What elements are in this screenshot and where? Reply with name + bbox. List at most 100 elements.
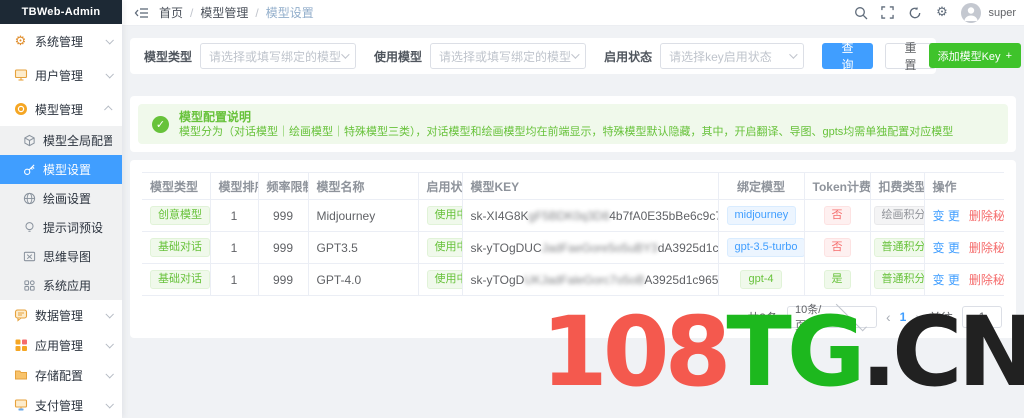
chevron-down-icon <box>105 36 114 45</box>
apps-icon <box>13 338 28 353</box>
table-row: 基础对话 1 999 GPT-4.0 使用中 sk-yTOgDUKJadFale… <box>142 263 1004 296</box>
sidebar-item-app-management[interactable]: 应用管理 <box>0 330 122 360</box>
model-type-badge: 基础对话 <box>150 237 209 258</box>
sidebar-item-system-management[interactable]: ⚙ 系统管理 <box>0 24 122 58</box>
next-page-button[interactable]: › <box>915 309 920 325</box>
delete-key-link[interactable]: 删除秘钥 <box>969 209 1004 223</box>
app-logo: TBWeb-Admin <box>0 0 122 24</box>
fullscreen-icon[interactable] <box>880 5 895 20</box>
sidebar-item-label: 存储配置 <box>35 368 84 383</box>
chevron-down-icon <box>341 50 350 59</box>
model-config-alert: ✓ 模型配置说明 模型分为（对话模型｜绘画模型｜特殊模型三类），对话模型和绘画模… <box>138 104 1008 144</box>
add-model-key-button[interactable]: 添加模型Key + <box>928 43 1021 68</box>
sidebar-fold-icon[interactable] <box>133 6 149 20</box>
col-model-name: 模型名称 <box>308 172 419 200</box>
breadcrumb: 首页 / 模型管理 / 模型设置 <box>159 4 314 21</box>
fee-type-badge[interactable]: 绘画积分 <box>873 205 923 226</box>
model-key-table: 模型类型 模型排序 频率限制 模型名称 启用状态 模型KEY 绑定模型 Toke… <box>142 172 1004 296</box>
pagination-total: 共3条 <box>747 310 778 325</box>
table-card: 模型类型 模型排序 频率限制 模型名称 启用状态 模型KEY 绑定模型 Toke… <box>130 160 1016 338</box>
select-placeholder: 请选择或填写绑定的模型 <box>439 49 572 64</box>
table-row: 基础对话 1 999 GPT3.5 使用中 sk-yTOgDUCJadFaeGo… <box>142 231 1004 264</box>
sidebar-item-mind-map[interactable]: 思维导图 <box>0 242 122 271</box>
model-icon <box>13 102 28 117</box>
user-monitor-icon <box>13 68 28 83</box>
refresh-icon[interactable] <box>907 5 922 20</box>
sidebar-item-payment-management[interactable]: 支付管理 <box>0 390 122 418</box>
model-sort-value: 1 <box>210 263 259 296</box>
token-billing-badge[interactable]: 否 <box>823 237 851 258</box>
chevron-down-icon <box>571 50 580 59</box>
select-placeholder: 请选择或填写绑定的模型 <box>209 49 342 64</box>
col-model-sort: 模型排序 <box>210 172 259 200</box>
prev-page-button[interactable]: ‹ <box>886 309 891 325</box>
sidebar-item-label: 支付管理 <box>35 398 84 413</box>
model-sort-value: 1 <box>210 199 259 232</box>
current-page[interactable]: 1 <box>900 310 907 324</box>
breadcrumb-home[interactable]: 首页 <box>159 4 183 21</box>
sidebar-item-prompt-presets[interactable]: 提示词预设 <box>0 213 122 242</box>
goto-page-input[interactable] <box>962 306 1002 328</box>
status-badge[interactable]: 使用中 <box>426 205 461 226</box>
col-token-billing: Token计费 <box>804 172 871 200</box>
token-billing-badge[interactable]: 否 <box>823 205 851 226</box>
sidebar-item-label: 系统应用 <box>43 279 92 293</box>
fee-type-badge[interactable]: 普通积分 <box>873 237 923 258</box>
breadcrumb-separator: / <box>190 5 194 20</box>
chevron-down-icon <box>105 370 114 379</box>
sidebar-item-storage-config[interactable]: 存储配置 <box>0 360 122 390</box>
sidebar-item-drawing-settings[interactable]: 绘画设置 <box>0 184 122 213</box>
settings-gear-icon[interactable]: ⚙ <box>934 5 949 20</box>
screen: TBWeb-Admin ⚙ 系统管理 用户管理 模型管理 模型全局配置 模型设置… <box>0 0 1024 418</box>
fee-type-badge[interactable]: 普通积分 <box>873 269 923 290</box>
chevron-down-icon <box>789 50 798 59</box>
chevron-down-icon <box>105 310 114 319</box>
model-key: sk-yTOgDUKJadFaleGorc7o5oBA3925d1c965c <box>462 263 719 296</box>
sidebar-item-system-apps[interactable]: 系统应用 <box>0 271 122 300</box>
change-link[interactable]: 变 更 <box>933 241 960 255</box>
model-key: sk-yTOgDUCJadFaeGore5o5uBY3dA3925d1c965c <box>462 231 719 264</box>
sidebar-item-label: 用户管理 <box>35 68 84 83</box>
sidebar-item-label: 绘画设置 <box>43 192 92 206</box>
sidebar-bottom-items: 数据管理 应用管理 存储配置 支付管理 <box>0 300 122 418</box>
sidebar-item-user-management[interactable]: 用户管理 <box>0 58 122 92</box>
bound-model-badge: gpt-3.5-turbo <box>726 237 803 258</box>
model-type-select[interactable]: 请选择或填写绑定的模型 <box>200 43 357 69</box>
status-badge[interactable]: 使用中 <box>426 269 461 290</box>
sidebar-item-model-settings[interactable]: 模型设置 <box>0 155 122 184</box>
col-fee-type: 扣费类型 <box>870 172 925 200</box>
chevron-down-icon <box>105 70 114 79</box>
main-content: 模型类型 请选择或填写绑定的模型 使用模型 请选择或填写绑定的模型 启用状态 请… <box>122 26 1024 418</box>
sidebar-item-label: 系统管理 <box>35 34 84 49</box>
sidebar-item-model-management[interactable]: 模型管理 <box>0 92 122 126</box>
delete-key-link[interactable]: 删除秘钥 <box>969 241 1004 255</box>
status-badge[interactable]: 使用中 <box>426 237 461 258</box>
breadcrumb-separator: / <box>255 5 259 20</box>
enable-status-select[interactable]: 请选择key启用状态 <box>660 43 805 69</box>
delete-key-link[interactable]: 删除秘钥 <box>969 273 1004 287</box>
col-bound-model: 绑定模型 <box>718 172 805 200</box>
change-link[interactable]: 变 更 <box>933 209 960 223</box>
sidebar-item-model-global-config[interactable]: 模型全局配置 <box>0 126 122 155</box>
token-billing-badge[interactable]: 是 <box>823 269 851 290</box>
model-sort-value: 1 <box>210 231 259 264</box>
rate-limit-value: 999 <box>258 231 309 264</box>
mindmap-icon <box>22 249 37 264</box>
search-icon[interactable] <box>853 5 868 20</box>
avatar[interactable] <box>961 2 982 23</box>
model-key: sk-XI4G8KgF5BDK0q3D84b7fA0E35bBe6c9c77Fa <box>462 199 719 232</box>
breadcrumb-model-management[interactable]: 模型管理 <box>200 4 248 21</box>
alert-card: ✓ 模型配置说明 模型分为（对话模型｜绘画模型｜特殊模型三类），对话模型和绘画模… <box>130 96 1016 152</box>
username[interactable]: super <box>988 7 1016 19</box>
cube-icon <box>22 133 37 148</box>
search-button[interactable]: 查 询 <box>822 41 874 72</box>
payment-icon <box>13 398 28 413</box>
sidebar-item-label: 思维导图 <box>43 250 92 264</box>
add-model-key-label: 添加模型Key <box>937 50 1001 63</box>
sidebar-item-data-management[interactable]: 数据管理 <box>0 300 122 330</box>
change-link[interactable]: 变 更 <box>933 273 960 287</box>
page-size-select[interactable]: 10条/页 <box>786 300 877 332</box>
col-model-key: 模型KEY <box>462 172 719 200</box>
col-actions: 操作 <box>924 172 1004 200</box>
use-model-select[interactable]: 请选择或填写绑定的模型 <box>430 43 587 69</box>
